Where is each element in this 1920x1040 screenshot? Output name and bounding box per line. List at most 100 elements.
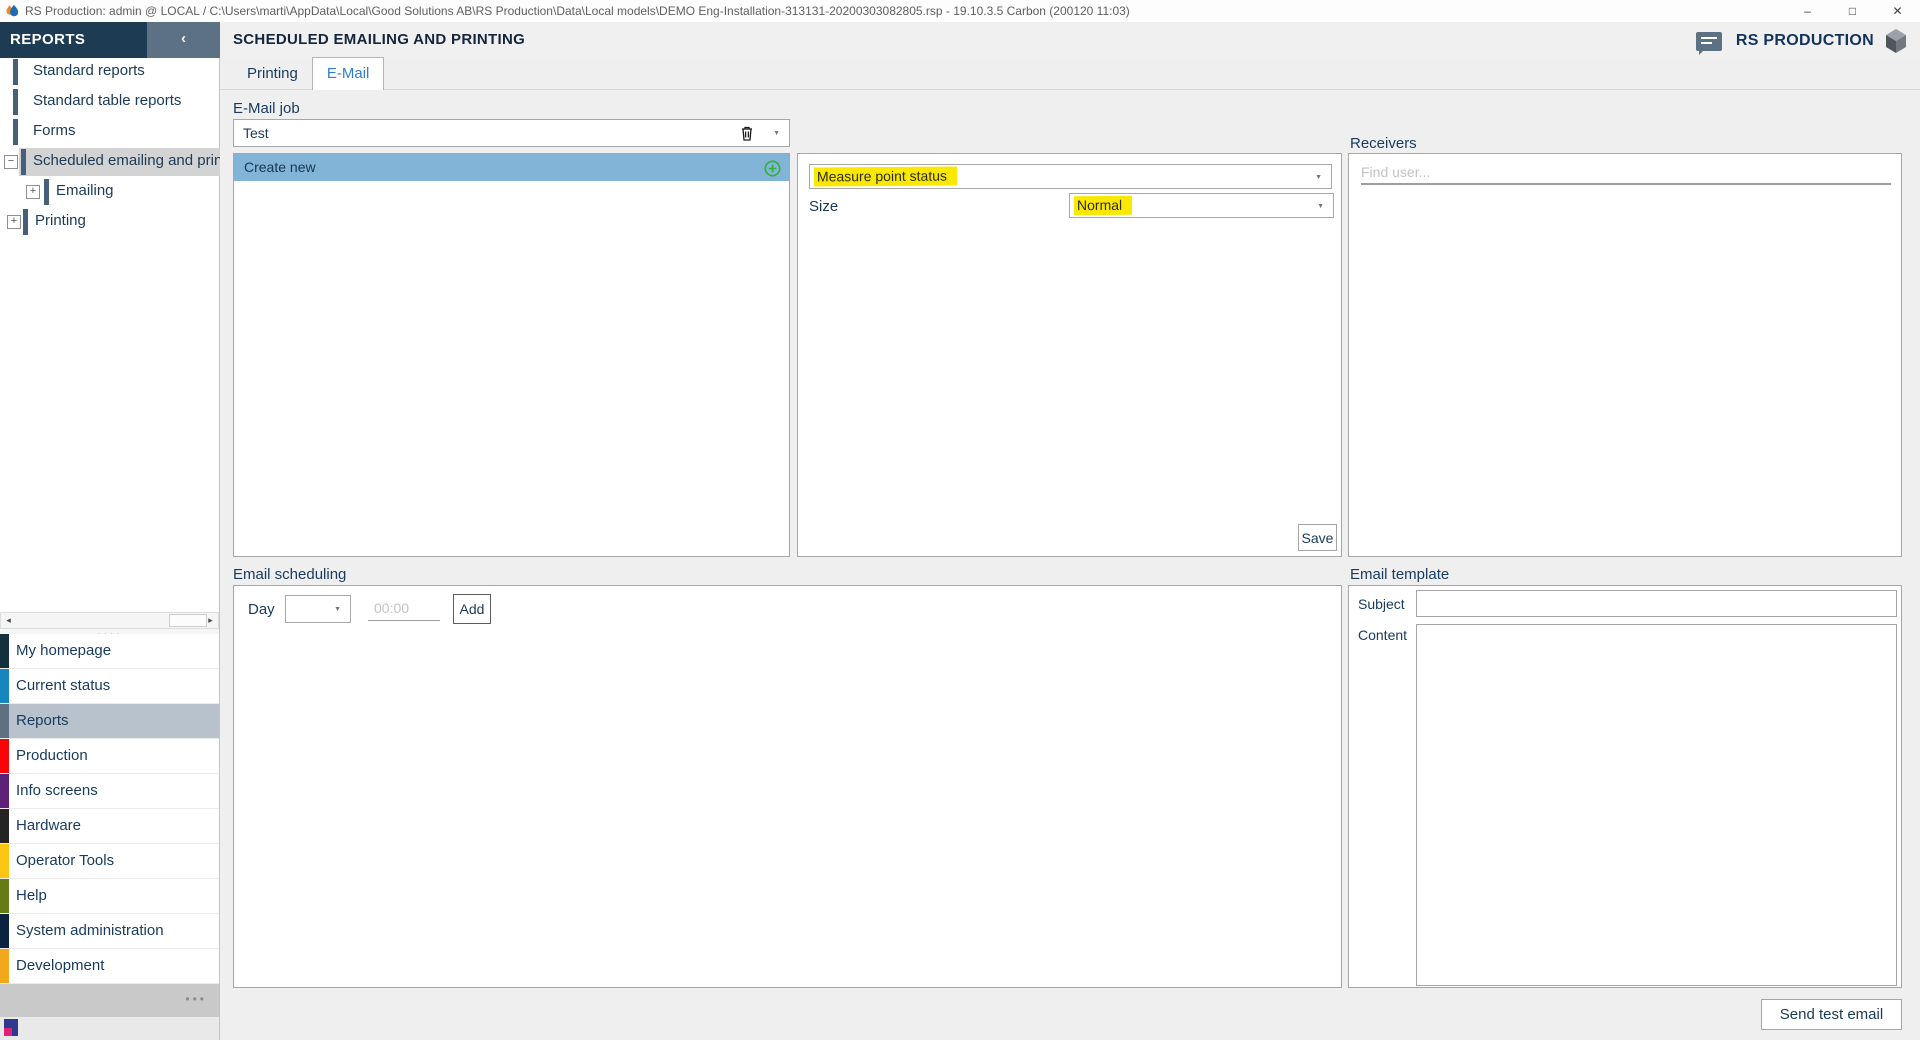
tree-item-scheduled-emailing-and-printing[interactable]: − Scheduled emailing and printing — [0, 147, 220, 177]
nav-item-hardware[interactable]: Hardware — [0, 809, 219, 844]
email-job-combobox[interactable]: Test ▼ — [233, 119, 790, 147]
reports-tree: Standard reports Standard table reports … — [0, 57, 220, 237]
tree-item-label: Scheduled emailing and printing — [33, 152, 220, 169]
main-navigation: My homepage Current status Reports Produ… — [0, 634, 219, 984]
tree-item-standard-reports[interactable]: Standard reports — [0, 57, 220, 87]
send-test-email-button[interactable]: Send test email — [1761, 999, 1902, 1030]
email-template-label: Email template — [1350, 566, 1449, 583]
nav-item-operator-tools[interactable]: Operator Tools — [0, 844, 219, 879]
tree-item-bar — [21, 149, 26, 175]
nav-item-production[interactable]: Production — [0, 739, 219, 774]
time-input[interactable] — [368, 595, 440, 621]
window-controls: – □ ✕ — [1785, 0, 1920, 22]
receivers-label: Receivers — [1350, 135, 1417, 152]
reports-sidebar: REPORTS ‹ Standard reports Standard tabl… — [0, 22, 220, 1040]
report-type-value: Measure point status — [814, 167, 957, 187]
app-logo-icon — [5, 4, 19, 18]
dropdown-arrow-icon[interactable]: ▼ — [1317, 203, 1324, 210]
email-template-panel: Subject Content — [1348, 585, 1902, 988]
subject-label: Subject — [1358, 596, 1405, 612]
expand-expander-icon[interactable]: + — [26, 185, 40, 199]
save-button[interactable]: Save — [1298, 524, 1337, 551]
size-value: Normal — [1074, 196, 1132, 215]
add-job-plus-icon[interactable] — [764, 159, 781, 176]
create-new-job-row[interactable]: Create new — [234, 154, 789, 181]
report-type-dropdown[interactable]: Measure point status ▼ — [809, 164, 1332, 189]
nav-overflow-dots-icon[interactable]: ••• — [185, 992, 207, 1006]
nav-item-my-homepage[interactable]: My homepage — [0, 634, 219, 669]
tree-item-label: Printing — [35, 212, 86, 229]
nav-item-stripe — [0, 704, 9, 738]
tab-strip: Printing E-Mail — [220, 58, 1920, 90]
email-scheduling-label: Email scheduling — [233, 566, 346, 583]
scrollbar-thumb[interactable] — [169, 614, 207, 627]
nav-item-reports[interactable]: Reports — [0, 704, 219, 739]
nav-item-label: Current status — [16, 677, 110, 694]
nav-item-label: Production — [16, 747, 88, 764]
expand-expander-icon[interactable]: + — [7, 215, 21, 229]
tab-printing[interactable]: Printing — [233, 58, 312, 89]
day-label: Day — [248, 601, 275, 618]
dropdown-arrow-icon[interactable]: ▼ — [773, 130, 780, 137]
nav-item-stripe — [0, 634, 9, 668]
tree-item-bar — [13, 89, 18, 115]
content-label: Content — [1358, 627, 1407, 643]
nav-item-label: System administration — [16, 922, 164, 939]
tree-item-standard-table-reports[interactable]: Standard table reports — [0, 87, 220, 117]
nav-item-current-status[interactable]: Current status — [0, 669, 219, 704]
nav-item-system-administration[interactable]: System administration — [0, 914, 219, 949]
collapse-expander-icon[interactable]: − — [4, 155, 18, 169]
brand-cluster: RS PRODUCTION — [1696, 28, 1908, 54]
find-user-input[interactable] — [1361, 161, 1891, 185]
brand-flag-icon — [4, 1019, 18, 1036]
nav-item-help[interactable]: Help — [0, 879, 219, 914]
email-job-label: E-Mail job — [233, 100, 300, 117]
close-button-icon[interactable]: ✕ — [1875, 0, 1920, 22]
feedback-chat-icon[interactable] — [1696, 32, 1722, 51]
sidebar-title: REPORTS — [10, 22, 85, 58]
size-dropdown[interactable]: Normal ▼ — [1069, 193, 1334, 218]
nav-item-stripe — [0, 809, 9, 843]
tab-email[interactable]: E-Mail — [312, 57, 385, 90]
page-header: SCHEDULED EMAILING AND PRINTING RS PRODU… — [220, 22, 1920, 58]
tree-item-label: Emailing — [56, 182, 114, 199]
receivers-panel — [1348, 153, 1902, 557]
tree-item-forms[interactable]: Forms — [0, 117, 220, 147]
scroll-left-arrow-icon[interactable]: ◂ — [1, 613, 16, 628]
nav-item-development[interactable]: Development — [0, 949, 219, 984]
email-job-selected-value: Test — [243, 125, 269, 141]
nav-item-stripe — [0, 949, 9, 983]
nav-item-stripe — [0, 914, 9, 948]
tree-item-emailing[interactable]: + Emailing — [0, 177, 220, 207]
tree-item-bar — [23, 209, 28, 235]
tree-item-bar — [44, 179, 49, 205]
nav-item-stripe — [0, 739, 9, 773]
sidebar-collapse-chevron-icon[interactable]: ‹ — [147, 22, 220, 58]
add-schedule-button[interactable]: Add — [453, 594, 491, 624]
nav-item-label: Operator Tools — [16, 852, 114, 869]
window-title: RS Production: admin @ LOCAL / C:\Users\… — [25, 4, 1130, 18]
day-dropdown[interactable]: ▼ — [285, 595, 351, 623]
delete-job-trash-icon[interactable] — [737, 123, 757, 143]
dropdown-arrow-icon[interactable]: ▼ — [334, 606, 341, 613]
minimize-button-icon[interactable]: – — [1785, 0, 1830, 22]
page-title: SCHEDULED EMAILING AND PRINTING — [233, 22, 525, 58]
dropdown-arrow-icon[interactable]: ▼ — [1315, 174, 1322, 181]
maximize-button-icon[interactable]: □ — [1830, 0, 1875, 22]
content-textarea[interactable] — [1416, 624, 1897, 986]
scroll-right-arrow-icon[interactable]: ▸ — [203, 613, 218, 628]
window-title-bar: RS Production: admin @ LOCAL / C:\Users\… — [0, 0, 1920, 22]
nav-item-label: My homepage — [16, 642, 111, 659]
size-label: Size — [809, 198, 838, 215]
create-new-label: Create new — [244, 159, 316, 175]
job-settings-panel: Measure point status ▼ Size Normal ▼ Sav… — [797, 153, 1342, 557]
nav-item-info-screens[interactable]: Info screens — [0, 774, 219, 809]
nav-overflow-bar: ••• — [0, 984, 219, 1017]
nav-item-label: Help — [16, 887, 47, 904]
nav-item-stripe — [0, 844, 9, 878]
sidebar-bottom-strip — [0, 1017, 219, 1040]
nav-item-label: Reports — [16, 712, 69, 729]
tree-item-printing[interactable]: + Printing — [0, 207, 220, 237]
nav-item-label: Info screens — [16, 782, 98, 799]
subject-input[interactable] — [1416, 590, 1897, 617]
